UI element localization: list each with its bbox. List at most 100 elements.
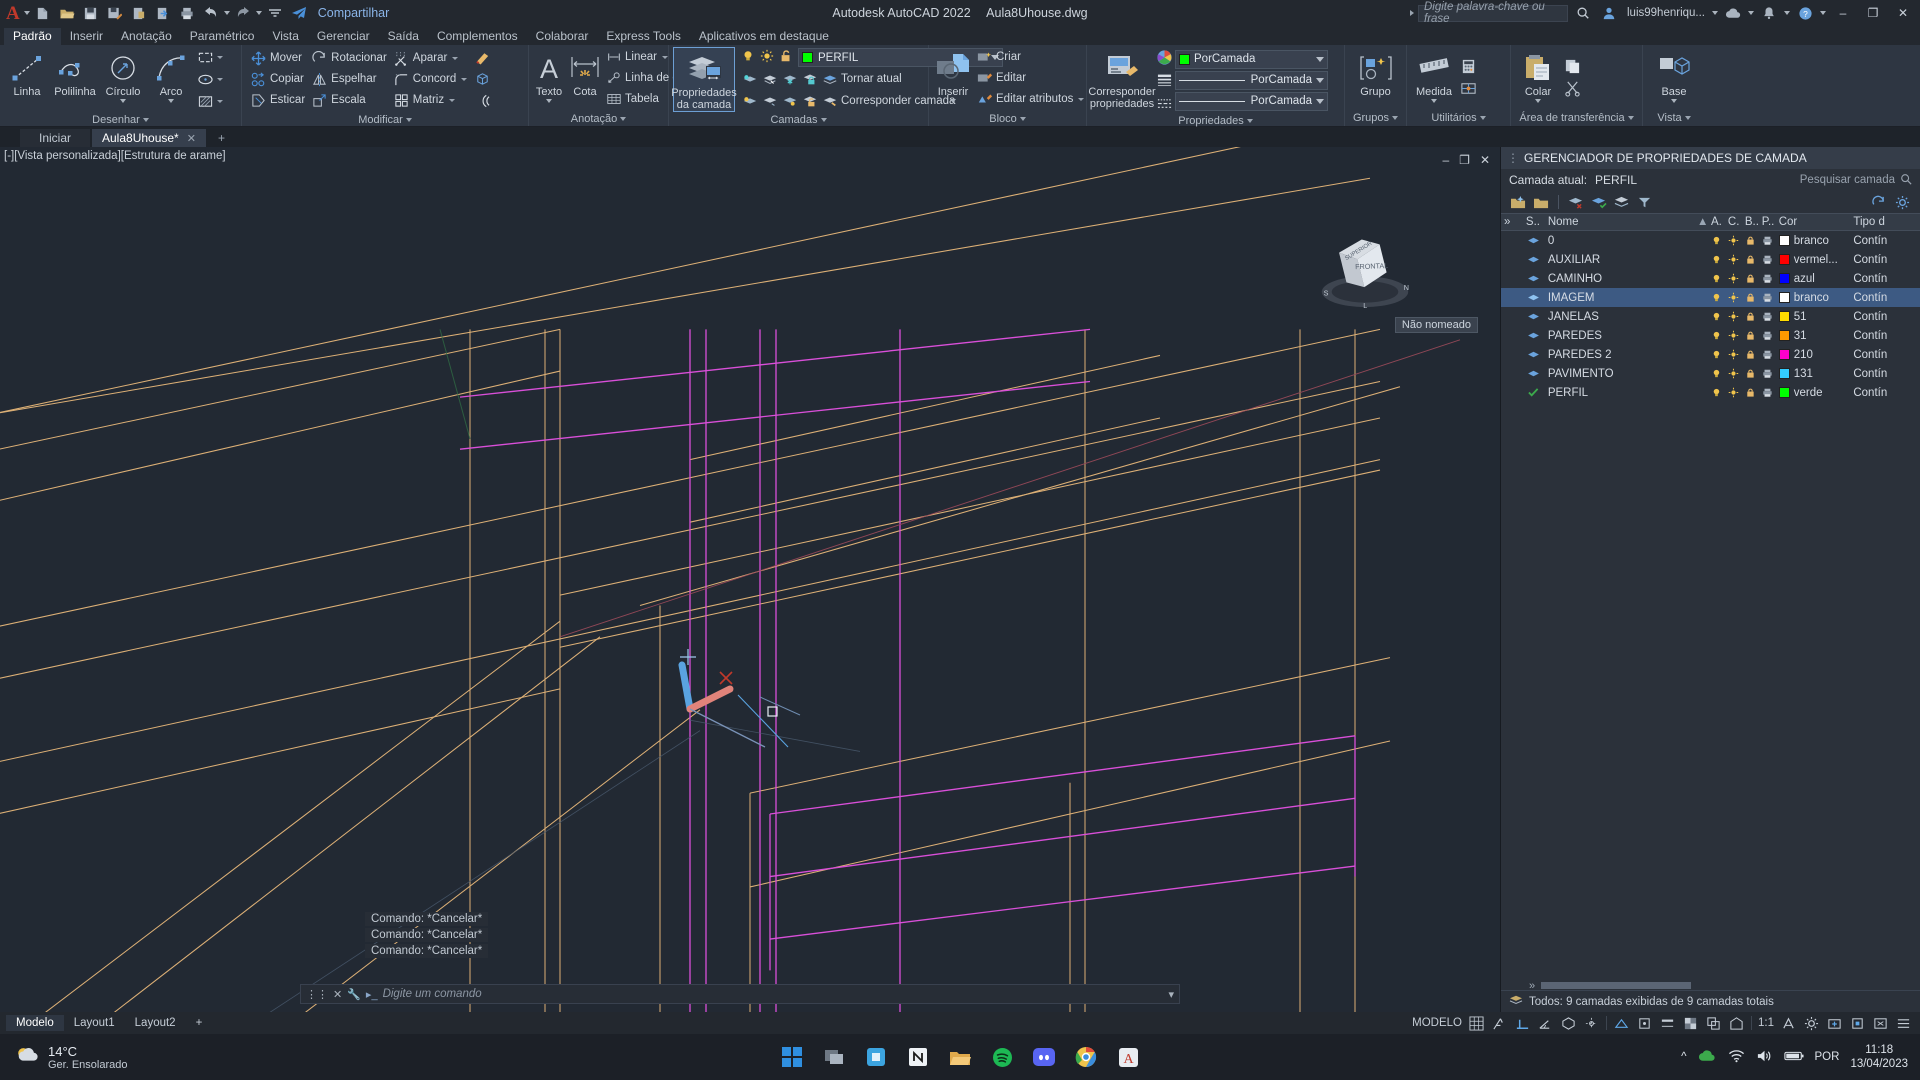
minimize-button[interactable]: – xyxy=(1830,0,1856,26)
row-color[interactable]: 210 xyxy=(1776,349,1851,361)
layer-states-icon[interactable] xyxy=(1612,193,1631,212)
tool-linha[interactable]: Linha xyxy=(4,47,50,111)
row-color[interactable]: 31 xyxy=(1776,330,1851,342)
row-status-icon[interactable] xyxy=(1523,274,1545,283)
share-label[interactable]: Compartilhar xyxy=(318,6,390,20)
selection-cycling-icon[interactable] xyxy=(1705,1015,1722,1032)
row-on-icon[interactable] xyxy=(1708,330,1725,341)
row-freeze-icon[interactable] xyxy=(1725,235,1742,246)
tool-colar[interactable]: Colar xyxy=(1515,47,1561,108)
panel-camadas-title[interactable]: Camadas xyxy=(669,114,928,126)
row-plot-icon[interactable] xyxy=(1759,368,1776,379)
row-plot-icon[interactable] xyxy=(1759,235,1776,246)
row-status-icon[interactable] xyxy=(1523,236,1545,245)
layout-tab-add[interactable]: + xyxy=(186,1015,213,1031)
tool-espelhar[interactable]: Espelhar xyxy=(311,69,387,89)
ortho-icon[interactable] xyxy=(1514,1015,1531,1032)
bell-icon[interactable] xyxy=(1758,2,1780,24)
id-point-icon[interactable] xyxy=(1459,80,1477,98)
command-grip-icon[interactable]: ⋮⋮ xyxy=(306,988,328,1001)
lineweight-combo[interactable]: PorCamada xyxy=(1175,70,1328,90)
row-linetype[interactable]: Contín xyxy=(1850,292,1920,304)
tool-propriedades-camada[interactable]: Propriedades da camada xyxy=(671,47,737,113)
panel-bloco-caret-icon[interactable] xyxy=(1019,116,1026,121)
row-freeze-icon[interactable] xyxy=(1725,273,1742,284)
close-button[interactable]: ✕ xyxy=(1890,0,1916,26)
row-plot-icon[interactable] xyxy=(1759,311,1776,322)
row-lock-icon[interactable] xyxy=(1742,235,1759,246)
circulo-dropdown-icon[interactable] xyxy=(120,99,126,104)
row-layer-name[interactable]: AUXILIAR xyxy=(1545,254,1694,266)
close-viewport-icon[interactable]: ✕ xyxy=(1480,153,1490,167)
table-row[interactable]: PERFIL verde Contín xyxy=(1501,383,1920,402)
row-on-icon[interactable] xyxy=(1708,368,1725,379)
row-freeze-icon[interactable] xyxy=(1725,311,1742,322)
tornar-atual-label[interactable]: Tornar atual xyxy=(841,73,902,85)
row-status-icon[interactable] xyxy=(1523,312,1545,321)
editar-atributos-dropdown-icon[interactable] xyxy=(1078,97,1085,101)
ribbon-tab-complementos[interactable]: Complementos xyxy=(428,28,527,45)
new-layer-icon[interactable] xyxy=(1509,193,1528,212)
row-plot-icon[interactable] xyxy=(1759,273,1776,284)
refresh-icon[interactable] xyxy=(1869,193,1888,212)
minimize-viewport-icon[interactable]: – xyxy=(1442,153,1449,167)
layout-tab-layout1[interactable]: Layout1 xyxy=(64,1015,125,1031)
row-layer-name[interactable]: PAVIMENTO xyxy=(1545,368,1694,380)
extrude-icon[interactable] xyxy=(473,70,491,88)
row-layer-name[interactable]: PAREDES 2 xyxy=(1545,349,1694,361)
panel-anotacao-caret-icon[interactable] xyxy=(620,116,627,121)
layout-tab-layout2[interactable]: Layout2 xyxy=(125,1015,186,1031)
osnap-icon[interactable] xyxy=(1613,1015,1630,1032)
row-status-icon[interactable] xyxy=(1523,387,1545,398)
col-color[interactable]: Cor xyxy=(1776,216,1851,228)
row-freeze-icon[interactable] xyxy=(1725,387,1742,398)
cloud-icon[interactable] xyxy=(1722,2,1744,24)
row-lock-icon[interactable] xyxy=(1742,311,1759,322)
row-layer-name[interactable]: PERFIL xyxy=(1545,387,1694,399)
row-color[interactable]: branco xyxy=(1776,235,1851,247)
panel-area-transferencia-caret-icon[interactable] xyxy=(1627,116,1634,120)
matriz-dropdown-icon[interactable] xyxy=(449,98,456,102)
file-explorer-icon[interactable] xyxy=(945,1042,975,1072)
col-status[interactable]: S.. xyxy=(1523,216,1545,228)
table-row[interactable]: CAMINHO azul Contín xyxy=(1501,269,1920,288)
concord-dropdown-icon[interactable] xyxy=(461,77,468,81)
file-tab-aula8uhouse[interactable]: Aula8Uhouse* ✕ xyxy=(92,129,206,147)
table-row[interactable]: IMAGEM branco Contín xyxy=(1501,288,1920,307)
battery-icon[interactable] xyxy=(1783,1050,1804,1065)
notion-icon[interactable] xyxy=(903,1042,933,1072)
row-on-icon[interactable] xyxy=(1708,349,1725,360)
help-icon[interactable]: ? xyxy=(1794,2,1816,24)
row-on-icon[interactable] xyxy=(1708,235,1725,246)
language-indicator[interactable]: POR xyxy=(1815,1051,1840,1063)
tray-chevron-icon[interactable]: ^ xyxy=(1681,1051,1686,1063)
base-dropdown-icon[interactable] xyxy=(1671,99,1677,104)
row-color[interactable]: branco xyxy=(1776,292,1851,304)
row-on-icon[interactable] xyxy=(1708,254,1725,265)
view-cube[interactable]: SUPERIOR FRONTAL S N L xyxy=(1310,227,1420,317)
wifi-icon[interactable] xyxy=(1728,1049,1745,1066)
gear-icon[interactable] xyxy=(1803,1015,1820,1032)
snap-icon[interactable] xyxy=(1491,1015,1508,1032)
row-on-icon[interactable] xyxy=(1708,292,1725,303)
ribbon-tab-saida[interactable]: Saída xyxy=(379,28,428,45)
panel-vista-caret-icon[interactable] xyxy=(1684,116,1691,120)
panel-utilitarios-caret-icon[interactable] xyxy=(1479,116,1486,120)
ribbon-tab-anotacao[interactable]: Anotação xyxy=(112,28,181,45)
row-lock-icon[interactable] xyxy=(1742,292,1759,303)
chrome-icon[interactable] xyxy=(1071,1042,1101,1072)
layer-unlock-icon[interactable] xyxy=(801,93,818,110)
row-linetype[interactable]: Contín xyxy=(1850,273,1920,285)
row-freeze-icon[interactable] xyxy=(1725,368,1742,379)
layer-freeze-icon[interactable] xyxy=(781,71,798,88)
tool-cota[interactable]: Cota xyxy=(568,47,602,109)
lineweight-status-icon[interactable] xyxy=(1659,1015,1676,1032)
table-row[interactable]: PAVIMENTO 131 Contín xyxy=(1501,364,1920,383)
search-icon[interactable] xyxy=(1900,173,1912,188)
texto-dropdown-icon[interactable] xyxy=(546,99,552,104)
layout-tab-modelo[interactable]: Modelo xyxy=(6,1015,64,1031)
otrack-icon[interactable] xyxy=(1583,1015,1600,1032)
panel-desenhar-title[interactable]: Desenhar xyxy=(0,113,241,126)
table-row[interactable]: AUXILIAR vermel... Contín xyxy=(1501,250,1920,269)
col-lock[interactable]: B.. xyxy=(1742,216,1759,228)
